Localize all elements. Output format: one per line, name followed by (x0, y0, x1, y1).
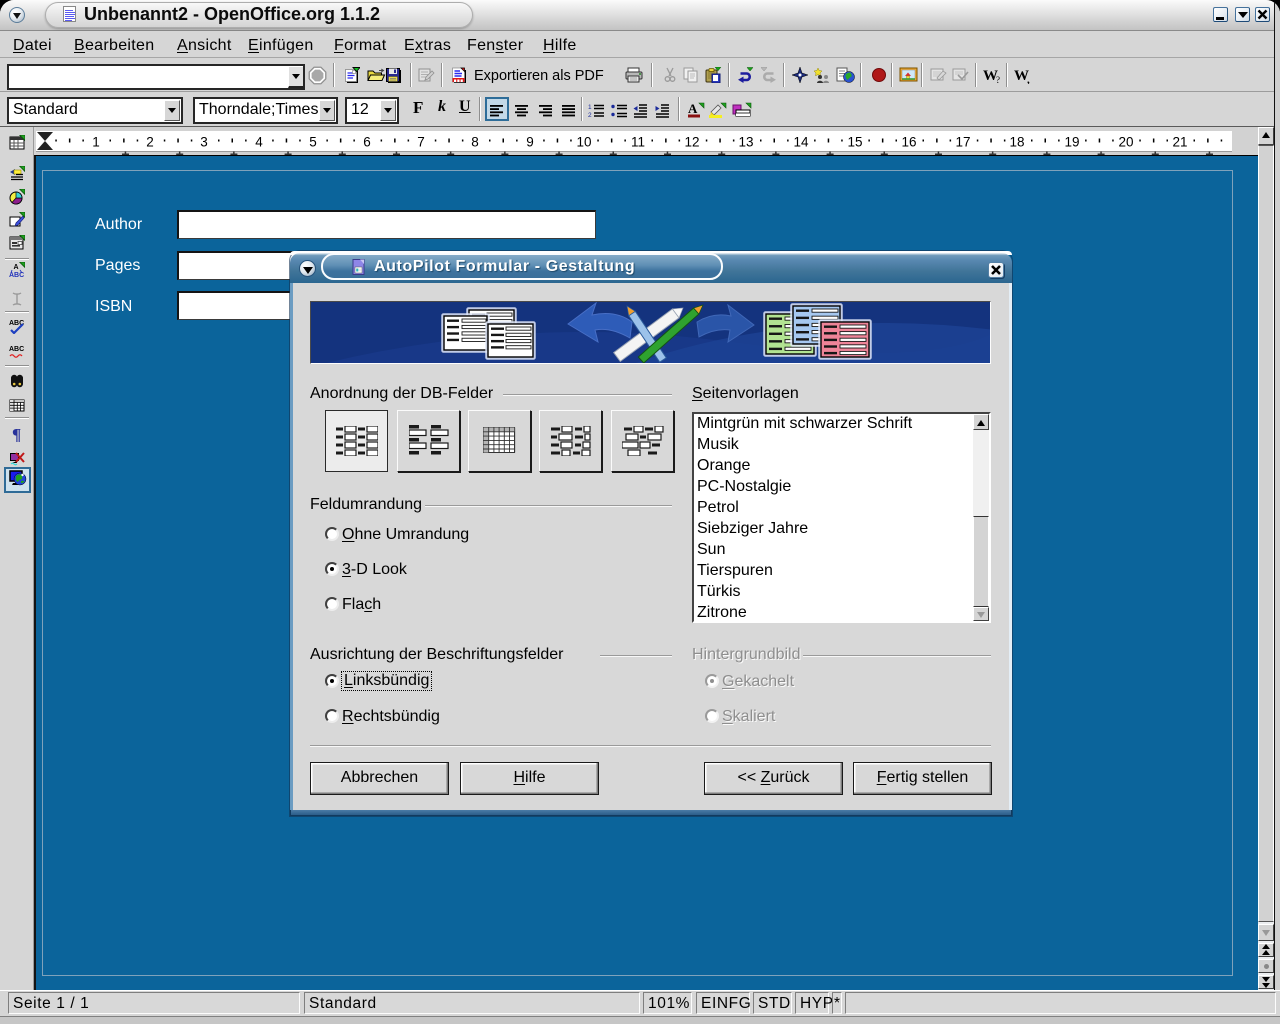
svg-text:A: A (688, 102, 698, 116)
svg-text:14: 14 (793, 135, 809, 150)
svg-text:16: 16 (901, 135, 916, 150)
svg-text:18: 18 (1009, 135, 1024, 150)
svg-text:?: ? (996, 75, 1000, 84)
svg-text:12: 12 (684, 135, 699, 150)
svg-text:5: 5 (309, 135, 317, 150)
svg-text:2: 2 (146, 135, 154, 150)
svg-text:ABC: ABC (9, 346, 24, 353)
svg-text:1: 1 (92, 135, 100, 150)
svg-text:,: , (1027, 74, 1030, 84)
svg-text:8: 8 (471, 135, 479, 150)
svg-text:20: 20 (1118, 135, 1133, 150)
svg-text:9: 9 (526, 135, 534, 150)
svg-text:6: 6 (363, 135, 371, 150)
svg-text:13: 13 (738, 135, 753, 150)
svg-text:1: 1 (588, 104, 592, 111)
svg-text:21: 21 (1172, 135, 1187, 150)
svg-text:15: 15 (847, 135, 862, 150)
svg-text:10: 10 (576, 135, 591, 150)
svg-text:19: 19 (1064, 135, 1079, 150)
svg-text:7: 7 (417, 135, 425, 150)
svg-text:11: 11 (631, 135, 645, 150)
svg-text:¶: ¶ (12, 426, 21, 442)
svg-text:2: 2 (588, 112, 592, 118)
svg-text:4: 4 (255, 135, 263, 150)
svg-text:A: A (14, 264, 19, 271)
svg-text:3: 3 (200, 135, 208, 150)
svg-text:17: 17 (955, 135, 970, 150)
